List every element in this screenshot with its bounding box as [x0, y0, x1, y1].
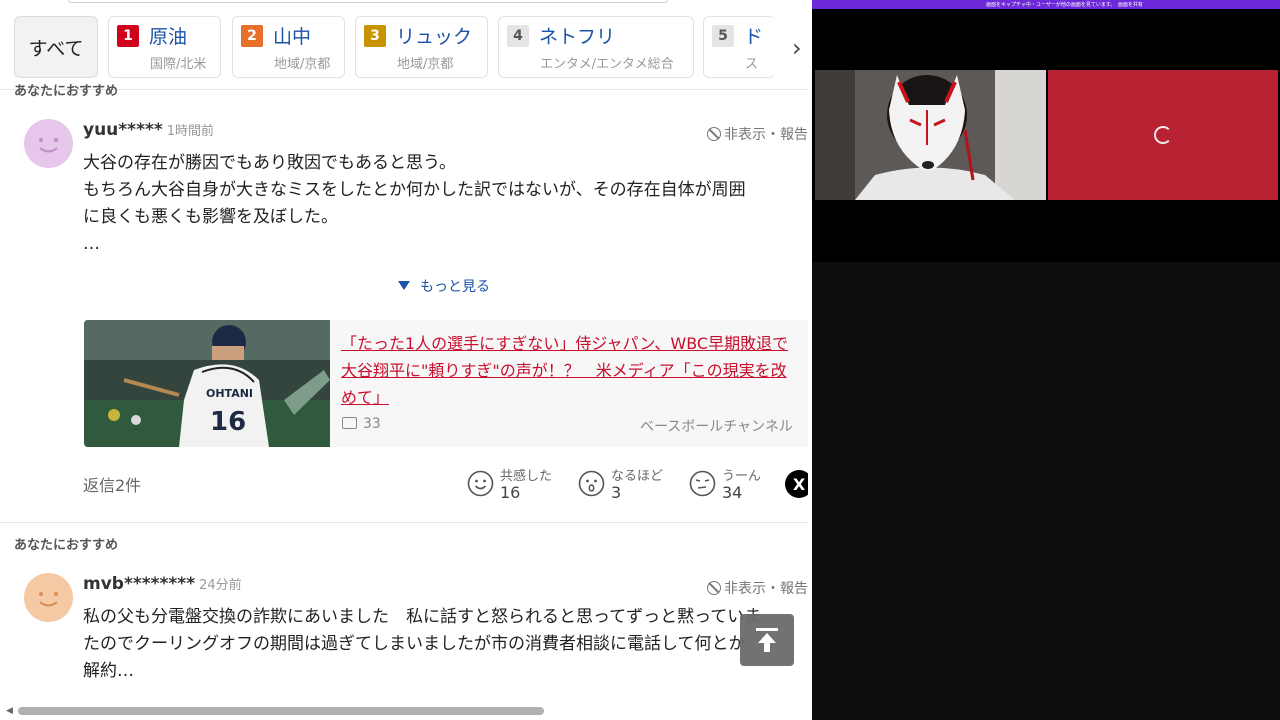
reaction-label: うーん	[722, 469, 762, 484]
search-box-edge	[68, 0, 668, 3]
related-article-card[interactable]: OHTANI 16 「たった1人の選手にすぎない」侍ジャパン、WBC早期敗退で大…	[84, 320, 812, 447]
ranking-keyword: 原油	[149, 26, 188, 48]
ranking-all-button[interactable]: すべて	[14, 16, 98, 78]
ranking-item-4[interactable]: 4 ネトフリ エンタメ/エンタメ総合	[498, 16, 694, 78]
avatar	[24, 119, 73, 168]
show-more-button[interactable]: もっと見る	[398, 276, 490, 296]
call-empty-area	[812, 262, 1280, 720]
reaction-label: 共感した	[500, 469, 553, 484]
article-comment-count: 33	[342, 416, 381, 432]
rank-badge: 3	[364, 25, 386, 47]
smile-face-icon	[467, 470, 494, 497]
ranking-category: ス	[745, 57, 759, 72]
hide-report-button[interactable]: 非表示・報告	[707, 578, 808, 598]
thinking-face-icon	[689, 470, 716, 497]
comment-time: 1時間前	[166, 124, 215, 139]
rank-badge: 5	[712, 25, 734, 47]
ranking-item-1[interactable]: 1 原油 国際/北米	[108, 16, 221, 78]
rank-badge: 4	[507, 25, 529, 47]
avatar-face-icon	[24, 573, 73, 622]
ban-icon	[707, 581, 721, 595]
arrow-up-icon	[756, 628, 778, 652]
article-source: ベースボールチャンネル	[640, 419, 793, 435]
triangle-down-icon	[398, 281, 410, 290]
comment-divider	[0, 522, 812, 523]
comment-body: 大谷の存在が勝因でもあり敗因でもあると思う。 もちろん大谷自身が大きなミスをした…	[83, 153, 746, 254]
article-title-link[interactable]: 「たった1人の選手にすぎない」侍ジャパン、WBC早期敗退で大谷翔平に"頼りすぎ"…	[341, 330, 801, 411]
hide-report-label: 非表示・報告	[724, 581, 808, 597]
ranking-item-2[interactable]: 2 山中 地域/京都	[232, 16, 345, 78]
horizontal-scrollbar[interactable]: ◀	[0, 703, 812, 720]
ban-icon	[707, 127, 721, 141]
screen-share-text: 画面をキャプチャ中・ユーザーが他の画面を見ています。 画面を共有	[986, 2, 1143, 8]
loading-spinner-icon	[1154, 126, 1172, 144]
rank-badge: 2	[241, 25, 263, 47]
scrollbar-thumb[interactable]	[18, 707, 544, 715]
avatar-face-icon	[24, 119, 73, 168]
recommend-label: あなたにおすすめ	[14, 538, 119, 553]
comment-bubble-icon	[342, 417, 357, 429]
svg-text:OHTANI: OHTANI	[206, 387, 253, 400]
username-text: yuu*****	[83, 120, 163, 140]
screen-share-banner: 画面をキャプチャ中・ユーザーが他の画面を見ています。 画面を共有	[812, 0, 1280, 9]
svg-text:16: 16	[210, 407, 246, 437]
username-text: mvb********	[83, 574, 196, 594]
browser-content: すべて 1 原油 国際/北米 2 山中 地域/京都 3 リュック 地域/京都 4…	[0, 0, 812, 720]
comment-body: 私の父も分電盤交換の詐欺にあいました 私に話すと怒られると思ってずっと黙っていま…	[83, 607, 762, 681]
ranking-bar: すべて 1 原油 国際/北米 2 山中 地域/京都 3 リュック 地域/京都 4…	[0, 0, 812, 90]
reaction-count: 3	[611, 483, 622, 502]
comment-time: 24分前	[199, 578, 242, 593]
surprised-face-icon	[578, 470, 605, 497]
fox-mask-person-image	[815, 70, 1046, 200]
ranking-category: 国際/北米	[150, 57, 207, 72]
scroll-left-icon[interactable]: ◀	[6, 706, 13, 716]
hide-report-label: 非表示・報告	[724, 127, 808, 143]
ranking-keyword: 山中	[273, 26, 312, 48]
video-call-panel: 画面をキャプチャ中・ユーザーが他の画面を見ています。 画面を共有	[812, 0, 1280, 720]
reaction-count: 34	[722, 483, 743, 502]
ranking-keyword: ネトフリ	[539, 26, 616, 48]
recommend-label: あなたにおすすめ	[14, 84, 119, 99]
comment-author[interactable]: yuu***** 1時間前	[83, 120, 214, 140]
reaction-label: なるほど	[611, 469, 664, 484]
comment-author[interactable]: mvb******** 24分前	[83, 574, 242, 594]
participant-camera-tile[interactable]	[815, 70, 1046, 200]
ranking-keyword: ド	[744, 26, 764, 48]
hide-report-button[interactable]: 非表示・報告	[707, 124, 808, 144]
ranking-category: 地域/京都	[274, 57, 331, 72]
reaction-count: 16	[500, 483, 521, 502]
article-thumbnail: OHTANI 16	[84, 320, 330, 447]
rank-badge: 1	[117, 25, 139, 47]
ranking-category: エンタメ/エンタメ総合	[540, 57, 674, 72]
scroll-to-top-button[interactable]	[740, 614, 794, 666]
show-more-label: もっと見る	[420, 279, 490, 295]
ranking-item-5[interactable]: 5 ド ス	[703, 16, 775, 78]
ranking-keyword: リュック	[396, 26, 473, 48]
chevron-right-icon[interactable]: ›	[792, 34, 802, 62]
avatar	[24, 573, 73, 622]
participant-avatar-tile[interactable]	[1048, 70, 1278, 200]
replies-button[interactable]: 返信2件	[83, 472, 141, 496]
x-logo-icon: X	[792, 474, 806, 494]
article-comment-number: 33	[363, 416, 381, 432]
ranking-item-3[interactable]: 3 リュック 地域/京都	[355, 16, 488, 78]
ranking-category: 地域/京都	[397, 57, 454, 72]
